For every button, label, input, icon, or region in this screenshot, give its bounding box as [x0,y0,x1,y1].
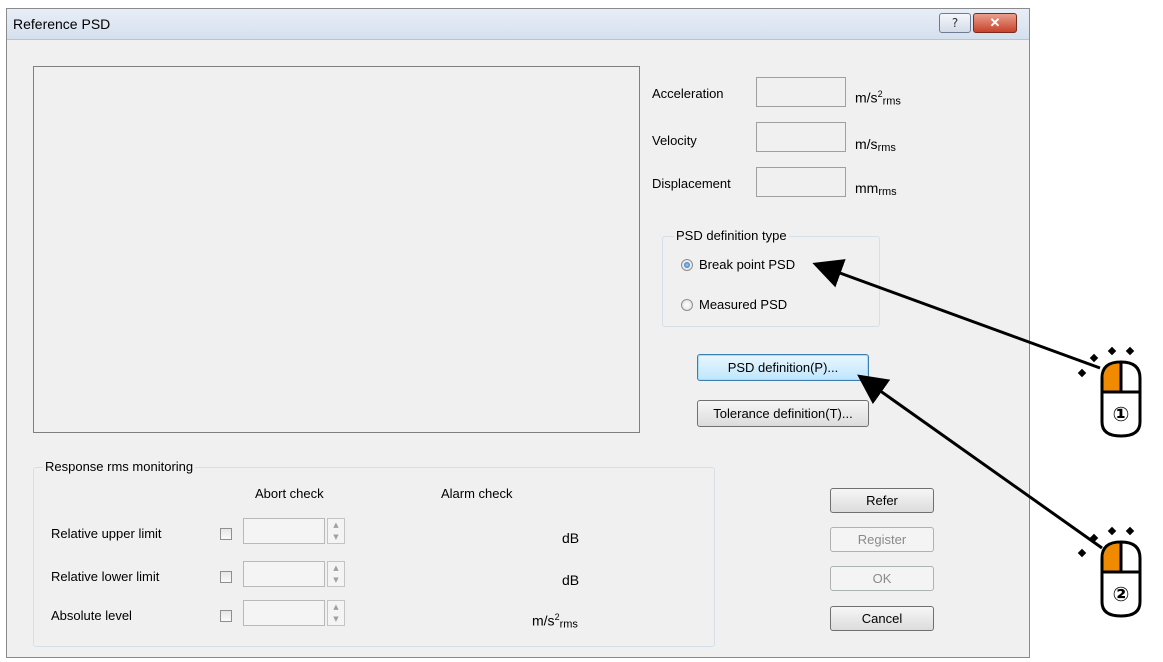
callout-arrow-2 [857,374,1103,550]
mouse-click-icon-2: ② [1076,520,1156,620]
callout-number-1: ① [1112,402,1130,426]
callout-number-2: ② [1112,582,1130,606]
callout-arrows [812,259,1103,550]
mouse-click-icon-1: ① [1076,340,1156,440]
callout-arrow-1 [812,259,1101,370]
